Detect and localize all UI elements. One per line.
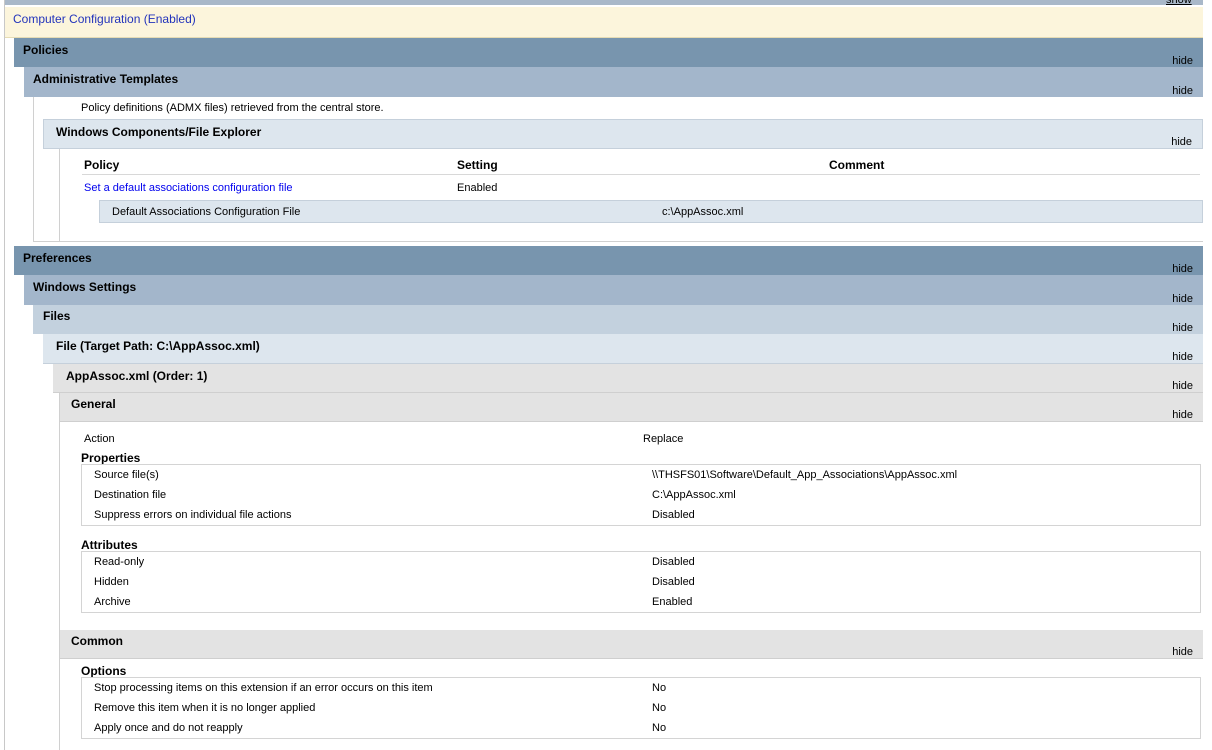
files-title: Files: [43, 309, 71, 323]
general-hide-link[interactable]: hide: [1172, 409, 1193, 421]
common-header[interactable]: Common hide: [60, 630, 1203, 659]
preferences-hide-link[interactable]: hide: [1172, 263, 1193, 275]
attribute-label: Read-only: [94, 556, 145, 568]
windows-settings-header[interactable]: Windows Settings hide: [24, 275, 1203, 305]
files-hide-link[interactable]: hide: [1172, 322, 1193, 334]
admin-templates-title: Administrative Templates: [33, 72, 179, 86]
left-border: [4, 0, 5, 750]
computer-config-header[interactable]: Computer Configuration (Enabled): [5, 7, 1203, 38]
appassoc-hide-link[interactable]: hide: [1172, 380, 1193, 392]
files-header[interactable]: Files hide: [33, 305, 1203, 334]
preferences-title: Preferences: [23, 251, 92, 265]
policy-setting-value: Enabled: [457, 182, 498, 194]
attribute-label: Archive: [94, 596, 131, 608]
policies-title: Policies: [23, 43, 69, 57]
file-target-header[interactable]: File (Target Path: C:\AppAssoc.xml) hide: [43, 334, 1203, 364]
option-label: Apply once and do not reapply: [94, 722, 243, 734]
options-title: Options: [81, 664, 127, 678]
attributes-table: [81, 551, 1201, 613]
option-label: Stop processing items on this extension …: [94, 682, 433, 694]
admin-templates-description: Policy definitions (ADMX files) retrieve…: [81, 102, 384, 114]
setting-column-header: Setting: [457, 158, 498, 172]
attribute-value: Disabled: [652, 556, 695, 568]
action-label: Action: [84, 433, 115, 445]
option-value: No: [652, 702, 667, 714]
file-explorer-title: Windows Components/File Explorer: [56, 125, 262, 139]
action-value: Replace: [643, 433, 684, 445]
properties-title: Properties: [81, 451, 141, 465]
policy-column-header: Policy: [84, 158, 120, 172]
option-value: No: [652, 682, 667, 694]
property-value: Disabled: [652, 509, 695, 521]
policy-link[interactable]: Set a default associations configuration…: [84, 182, 293, 194]
general-header[interactable]: General hide: [60, 393, 1203, 422]
attribute-label: Hidden: [94, 576, 129, 588]
windows-settings-hide-link[interactable]: hide: [1172, 293, 1193, 305]
policies-header[interactable]: Policies hide: [14, 38, 1203, 67]
column-header-divider: [82, 174, 1200, 175]
general-title: General: [71, 397, 116, 411]
preferences-header[interactable]: Preferences hide: [14, 246, 1203, 275]
policy-sub-row: Default Associations Configuration File …: [99, 200, 1203, 223]
file-explorer-header[interactable]: Windows Components/File Explorer hide: [43, 119, 1203, 149]
property-label: Source file(s): [94, 469, 159, 481]
comment-column-header: Comment: [829, 158, 885, 172]
option-value: No: [652, 722, 667, 734]
policy-sub-value: c:\AppAssoc.xml: [662, 206, 744, 218]
property-label: Suppress errors on individual file actio…: [94, 509, 292, 521]
property-value: C:\AppAssoc.xml: [652, 489, 736, 501]
appassoc-header[interactable]: AppAssoc.xml (Order: 1) hide: [53, 364, 1203, 393]
policy-sub-label: Default Associations Configuration File: [112, 206, 301, 218]
admin-templates-header[interactable]: Administrative Templates hide: [24, 67, 1203, 97]
attribute-value: Enabled: [652, 596, 693, 608]
appassoc-title: AppAssoc.xml (Order: 1): [66, 369, 208, 383]
appassoc-body-border: [59, 393, 60, 750]
file-target-title: File (Target Path: C:\AppAssoc.xml): [56, 339, 260, 353]
admin-templates-hide-link[interactable]: hide: [1172, 85, 1193, 97]
previous-section-strip: [5, 0, 1203, 5]
policies-hide-link[interactable]: hide: [1172, 55, 1193, 67]
file-explorer-body: [59, 149, 1203, 242]
common-title: Common: [71, 634, 123, 648]
property-value: \\THSFS01\Software\Default_App_Associati…: [652, 469, 958, 481]
file-target-hide-link[interactable]: hide: [1172, 351, 1193, 363]
show-link[interactable]: show: [1166, 0, 1192, 6]
common-hide-link[interactable]: hide: [1172, 646, 1193, 658]
property-label: Destination file: [94, 489, 167, 501]
attributes-title: Attributes: [81, 538, 138, 552]
computer-config-title: Computer Configuration (Enabled): [13, 12, 196, 26]
attribute-value: Disabled: [652, 576, 695, 588]
file-explorer-hide-link[interactable]: hide: [1171, 136, 1192, 148]
windows-settings-title: Windows Settings: [33, 280, 137, 294]
option-label: Remove this item when it is no longer ap…: [94, 702, 316, 714]
